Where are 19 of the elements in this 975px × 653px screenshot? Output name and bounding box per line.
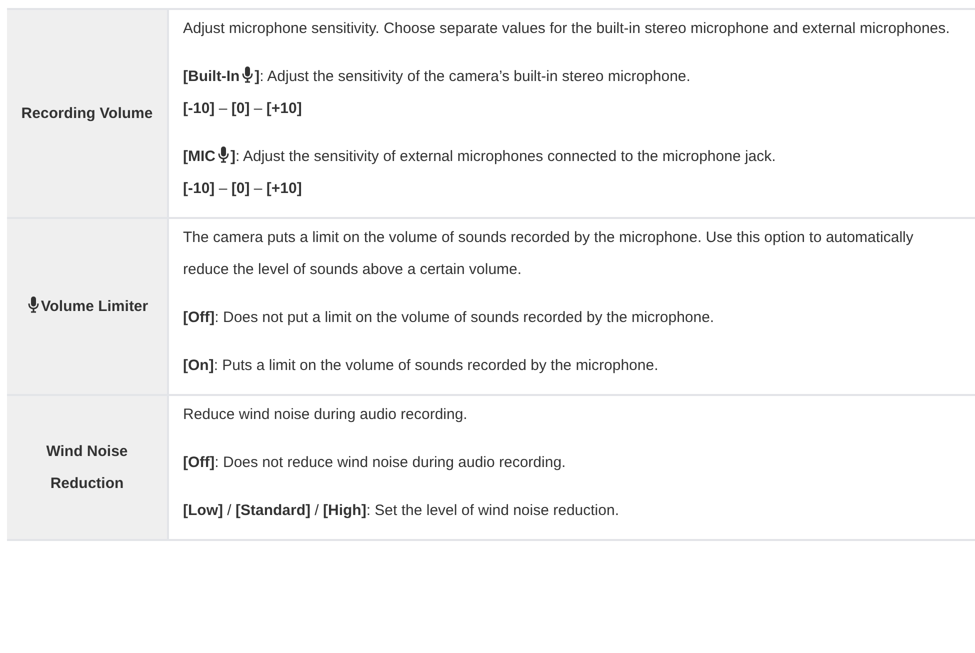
value-range: [-10] – [0] – [+10]: [183, 180, 302, 197]
microphone-icon: [218, 146, 228, 163]
microphone-icon: [242, 66, 253, 83]
microphone-icon: [28, 296, 39, 312]
description-text: Adjust microphone sensitivity. Choose separate values for the built-in stereo microphone and external microphones.: [183, 20, 950, 37]
setting-name: Volume Limiter: [40, 298, 148, 314]
description-text: [Built-In: [183, 68, 240, 85]
description-text: ]: Adjust the sensitivity of the camera’s built-in stereo microphone.: [254, 68, 690, 85]
description-text: [Low] / [Standard] / [High]: Set the level of wind noise reduction.: [183, 502, 619, 519]
description-text: [On]: Puts a limit on the volume of sounds recorded by the microphone.: [183, 357, 658, 374]
value-range: [-10] – [0] – [+10]: [183, 100, 302, 117]
description-text: [Off]: Does not reduce wind noise during audio recording.: [183, 454, 566, 471]
setting-name: Wind Noise Reduction: [46, 442, 128, 492]
description-text: [MIC: [183, 148, 216, 165]
description-text: [Off]: Does not put a limit on the volume of sounds recorded by the microphone.: [183, 309, 714, 326]
description-text: Reduce wind noise during audio recording.: [183, 406, 468, 423]
description-text: The camera puts a limit on the volume of sounds recorded by the microphone. Use this option to automatically reduce the level of sounds above a certain volume.: [183, 229, 914, 278]
description-text: ]: Adjust the sensitivity of external microphones connected to the microphone jack.: [230, 148, 776, 165]
setting-name: Recording Volume: [21, 104, 153, 122]
